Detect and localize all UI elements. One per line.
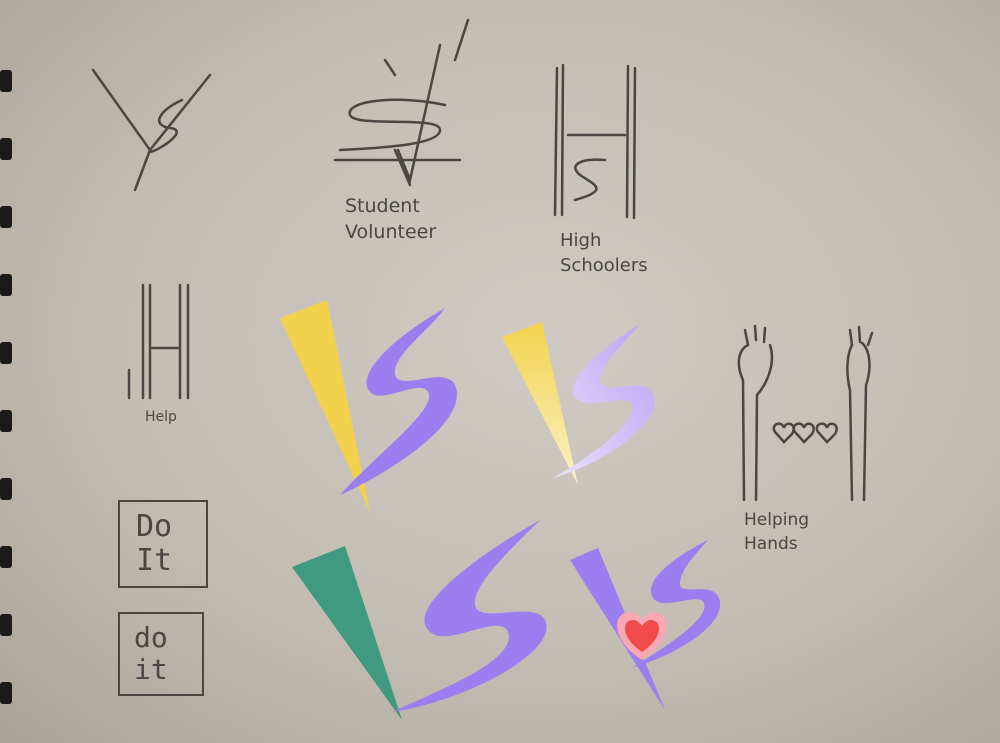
vs-logo-heart (570, 540, 721, 710)
vs-logo-teal-purple (292, 520, 547, 720)
sketchbook-page: Student Volunteer High Schoolers Help He… (0, 0, 1000, 743)
vs-logo-yellow-purple (280, 300, 457, 512)
vs-logo-gradient (502, 322, 655, 485)
color-logos (280, 300, 721, 720)
